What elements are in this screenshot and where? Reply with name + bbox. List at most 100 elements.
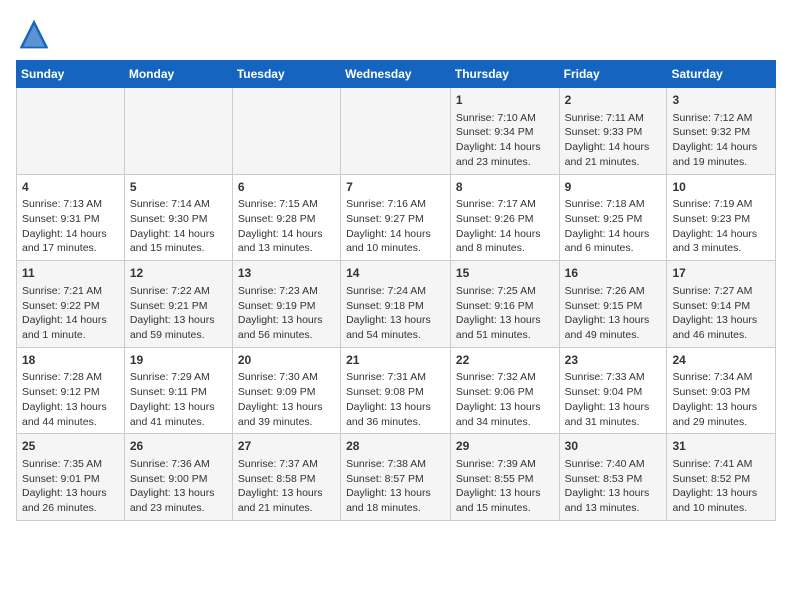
cell-content-line: Sunrise: 7:41 AM xyxy=(672,457,770,472)
cell-content-line: Daylight: 13 hours and 36 minutes. xyxy=(346,400,445,429)
cell-content-line: Sunrise: 7:24 AM xyxy=(346,284,445,299)
day-number: 13 xyxy=(238,265,335,282)
calendar-cell: 15Sunrise: 7:25 AMSunset: 9:16 PMDayligh… xyxy=(450,261,559,348)
calendar-table: SundayMondayTuesdayWednesdayThursdayFrid… xyxy=(16,60,776,521)
day-number: 6 xyxy=(238,179,335,196)
cell-content-line: Sunset: 9:31 PM xyxy=(22,212,119,227)
day-number: 18 xyxy=(22,352,119,369)
day-number: 5 xyxy=(130,179,227,196)
cell-content-line: Sunrise: 7:32 AM xyxy=(456,370,554,385)
calendar-week-row: 11Sunrise: 7:21 AMSunset: 9:22 PMDayligh… xyxy=(17,261,776,348)
calendar-cell: 22Sunrise: 7:32 AMSunset: 9:06 PMDayligh… xyxy=(450,347,559,434)
calendar-cell: 6Sunrise: 7:15 AMSunset: 9:28 PMDaylight… xyxy=(232,174,340,261)
calendar-cell: 28Sunrise: 7:38 AMSunset: 8:57 PMDayligh… xyxy=(341,434,451,521)
cell-content-line: Sunset: 9:19 PM xyxy=(238,299,335,314)
logo xyxy=(16,16,56,52)
cell-content-line: Sunset: 9:34 PM xyxy=(456,125,554,140)
day-number: 29 xyxy=(456,438,554,455)
calendar-cell: 27Sunrise: 7:37 AMSunset: 8:58 PMDayligh… xyxy=(232,434,340,521)
cell-content-line: Sunset: 9:22 PM xyxy=(22,299,119,314)
calendar-cell xyxy=(17,88,125,175)
calendar-cell: 2Sunrise: 7:11 AMSunset: 9:33 PMDaylight… xyxy=(559,88,667,175)
calendar-cell: 8Sunrise: 7:17 AMSunset: 9:26 PMDaylight… xyxy=(450,174,559,261)
calendar-header-sunday: Sunday xyxy=(17,61,125,88)
calendar-cell: 10Sunrise: 7:19 AMSunset: 9:23 PMDayligh… xyxy=(667,174,776,261)
cell-content-line: Sunset: 9:09 PM xyxy=(238,385,335,400)
cell-content-line: Sunset: 9:04 PM xyxy=(565,385,662,400)
calendar-cell: 7Sunrise: 7:16 AMSunset: 9:27 PMDaylight… xyxy=(341,174,451,261)
cell-content-line: Daylight: 14 hours and 6 minutes. xyxy=(565,227,662,256)
calendar-header-wednesday: Wednesday xyxy=(341,61,451,88)
cell-content-line: Daylight: 13 hours and 26 minutes. xyxy=(22,486,119,515)
cell-content-line: Sunset: 9:08 PM xyxy=(346,385,445,400)
cell-content-line: Sunrise: 7:28 AM xyxy=(22,370,119,385)
day-number: 30 xyxy=(565,438,662,455)
cell-content-line: Sunset: 9:03 PM xyxy=(672,385,770,400)
cell-content-line: Sunset: 9:28 PM xyxy=(238,212,335,227)
cell-content-line: Daylight: 13 hours and 34 minutes. xyxy=(456,400,554,429)
cell-content-line: Sunrise: 7:19 AM xyxy=(672,197,770,212)
cell-content-line: Daylight: 14 hours and 21 minutes. xyxy=(565,140,662,169)
cell-content-line: Daylight: 13 hours and 44 minutes. xyxy=(22,400,119,429)
day-number: 19 xyxy=(130,352,227,369)
cell-content-line: Daylight: 13 hours and 54 minutes. xyxy=(346,313,445,342)
cell-content-line: Sunset: 8:53 PM xyxy=(565,472,662,487)
calendar-cell: 26Sunrise: 7:36 AMSunset: 9:00 PMDayligh… xyxy=(124,434,232,521)
cell-content-line: Sunrise: 7:22 AM xyxy=(130,284,227,299)
cell-content-line: Daylight: 14 hours and 19 minutes. xyxy=(672,140,770,169)
calendar-cell: 1Sunrise: 7:10 AMSunset: 9:34 PMDaylight… xyxy=(450,88,559,175)
calendar-header-tuesday: Tuesday xyxy=(232,61,340,88)
day-number: 4 xyxy=(22,179,119,196)
calendar-header-monday: Monday xyxy=(124,61,232,88)
calendar-cell: 29Sunrise: 7:39 AMSunset: 8:55 PMDayligh… xyxy=(450,434,559,521)
cell-content-line: Sunset: 9:00 PM xyxy=(130,472,227,487)
cell-content-line: Sunset: 9:15 PM xyxy=(565,299,662,314)
cell-content-line: Sunrise: 7:34 AM xyxy=(672,370,770,385)
day-number: 3 xyxy=(672,92,770,109)
cell-content-line: Sunset: 8:57 PM xyxy=(346,472,445,487)
cell-content-line: Daylight: 13 hours and 46 minutes. xyxy=(672,313,770,342)
cell-content-line: Daylight: 14 hours and 10 minutes. xyxy=(346,227,445,256)
cell-content-line: Sunrise: 7:38 AM xyxy=(346,457,445,472)
cell-content-line: Daylight: 14 hours and 17 minutes. xyxy=(22,227,119,256)
day-number: 17 xyxy=(672,265,770,282)
calendar-header-saturday: Saturday xyxy=(667,61,776,88)
calendar-header-thursday: Thursday xyxy=(450,61,559,88)
cell-content-line: Sunrise: 7:40 AM xyxy=(565,457,662,472)
calendar-cell: 30Sunrise: 7:40 AMSunset: 8:53 PMDayligh… xyxy=(559,434,667,521)
cell-content-line: Daylight: 13 hours and 56 minutes. xyxy=(238,313,335,342)
cell-content-line: Sunset: 9:14 PM xyxy=(672,299,770,314)
cell-content-line: Daylight: 14 hours and 15 minutes. xyxy=(130,227,227,256)
cell-content-line: Sunrise: 7:36 AM xyxy=(130,457,227,472)
calendar-cell: 21Sunrise: 7:31 AMSunset: 9:08 PMDayligh… xyxy=(341,347,451,434)
cell-content-line: Daylight: 14 hours and 13 minutes. xyxy=(238,227,335,256)
day-number: 1 xyxy=(456,92,554,109)
day-number: 24 xyxy=(672,352,770,369)
day-number: 28 xyxy=(346,438,445,455)
cell-content-line: Sunrise: 7:35 AM xyxy=(22,457,119,472)
calendar-cell: 25Sunrise: 7:35 AMSunset: 9:01 PMDayligh… xyxy=(17,434,125,521)
day-number: 21 xyxy=(346,352,445,369)
day-number: 8 xyxy=(456,179,554,196)
day-number: 16 xyxy=(565,265,662,282)
calendar-header-friday: Friday xyxy=(559,61,667,88)
calendar-week-row: 4Sunrise: 7:13 AMSunset: 9:31 PMDaylight… xyxy=(17,174,776,261)
cell-content-line: Sunrise: 7:15 AM xyxy=(238,197,335,212)
cell-content-line: Daylight: 13 hours and 41 minutes. xyxy=(130,400,227,429)
cell-content-line: Sunrise: 7:18 AM xyxy=(565,197,662,212)
generalblue-logo-icon xyxy=(16,16,52,52)
cell-content-line: Sunset: 8:58 PM xyxy=(238,472,335,487)
day-number: 25 xyxy=(22,438,119,455)
calendar-week-row: 18Sunrise: 7:28 AMSunset: 9:12 PMDayligh… xyxy=(17,347,776,434)
day-number: 10 xyxy=(672,179,770,196)
cell-content-line: Daylight: 13 hours and 49 minutes. xyxy=(565,313,662,342)
cell-content-line: Sunset: 9:25 PM xyxy=(565,212,662,227)
calendar-cell: 19Sunrise: 7:29 AMSunset: 9:11 PMDayligh… xyxy=(124,347,232,434)
cell-content-line: Daylight: 14 hours and 1 minute. xyxy=(22,313,119,342)
day-number: 14 xyxy=(346,265,445,282)
calendar-cell: 5Sunrise: 7:14 AMSunset: 9:30 PMDaylight… xyxy=(124,174,232,261)
cell-content-line: Daylight: 13 hours and 59 minutes. xyxy=(130,313,227,342)
calendar-cell: 18Sunrise: 7:28 AMSunset: 9:12 PMDayligh… xyxy=(17,347,125,434)
cell-content-line: Daylight: 14 hours and 3 minutes. xyxy=(672,227,770,256)
cell-content-line: Sunrise: 7:16 AM xyxy=(346,197,445,212)
